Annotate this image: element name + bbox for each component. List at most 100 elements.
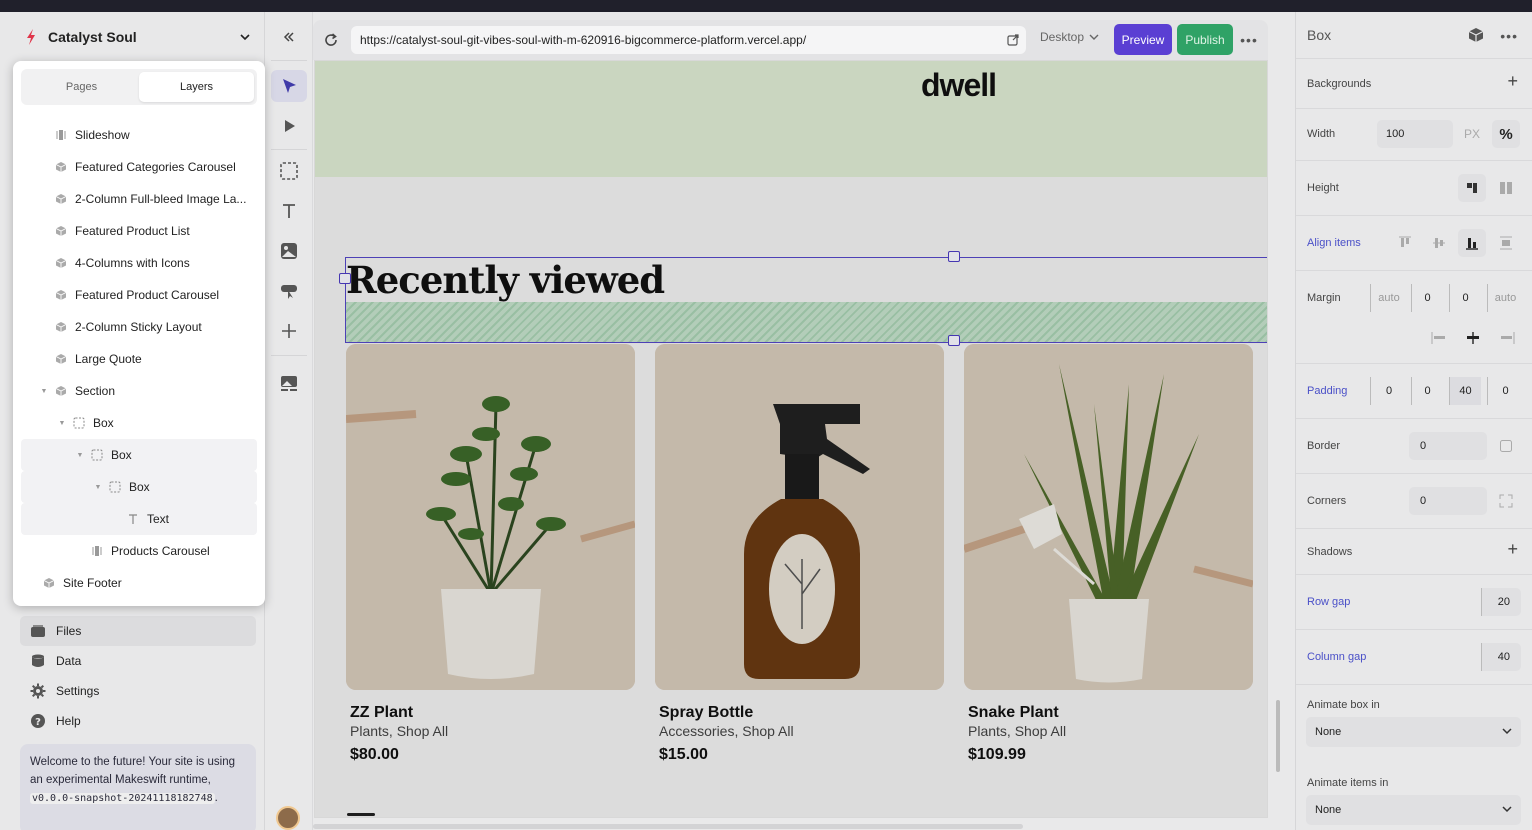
menu-item-settings[interactable]: Settings	[20, 676, 256, 706]
chevron-down-icon[interactable]	[238, 30, 252, 44]
cube-icon	[55, 321, 67, 333]
margin-right-input[interactable]: 0	[1411, 284, 1443, 312]
section-title[interactable]: Recently viewed	[346, 258, 665, 302]
tab-layers[interactable]: Layers	[139, 72, 254, 102]
device-select[interactable]: Desktop	[1040, 30, 1100, 44]
caret-down-icon[interactable]: ▼	[39, 386, 49, 396]
resize-handle-top[interactable]	[948, 251, 960, 262]
box-tool-button[interactable]	[271, 155, 307, 187]
page-canvas[interactable]: dwell Recently viewed ZZ Plant Plants, S…	[314, 60, 1268, 818]
padding-bottom-input[interactable]: 40	[1449, 377, 1481, 405]
animate-box-select[interactable]: None	[1306, 717, 1521, 747]
align-left-icon[interactable]	[1431, 331, 1447, 345]
border-input[interactable]: 0	[1409, 432, 1487, 460]
menu-item-help[interactable]: ? Help	[20, 706, 256, 736]
resize-handle-bottom[interactable]	[948, 335, 960, 346]
preview-button[interactable]: Preview	[1114, 24, 1172, 55]
unit-percent-toggle[interactable]: %	[1492, 120, 1520, 148]
layer-label: Slideshow	[75, 128, 130, 142]
caret-down-icon[interactable]: ▼	[57, 418, 67, 428]
product-name[interactable]: Snake Plant	[968, 704, 1253, 722]
text-tool-button[interactable]	[271, 195, 307, 227]
corners-input[interactable]: 0	[1409, 487, 1487, 515]
border-style-icon[interactable]	[1499, 439, 1513, 453]
unit-px-toggle[interactable]: PX	[1464, 127, 1480, 141]
component-cube-icon[interactable]	[1468, 27, 1484, 43]
align-middle-icon[interactable]	[1465, 331, 1481, 345]
play-tool-button[interactable]	[271, 110, 307, 142]
product-name[interactable]: Spray Bottle	[659, 704, 944, 722]
image-tool-button[interactable]	[271, 235, 307, 267]
more-options-icon[interactable]: •••	[1239, 30, 1259, 50]
caret-down-icon[interactable]: ▼	[93, 482, 103, 492]
add-background-icon[interactable]: +	[1507, 71, 1518, 92]
layer-item[interactable]: Text	[21, 503, 257, 535]
layer-item[interactable]: ▼ Box	[21, 471, 257, 503]
add-element-button[interactable]	[271, 315, 307, 347]
menu-item-data[interactable]: Data	[20, 646, 256, 676]
margin-left-input[interactable]: auto	[1487, 284, 1523, 312]
url-field[interactable]: https://catalyst-soul-git-vibes-soul-wit…	[351, 26, 1026, 54]
layer-item[interactable]: Featured Categories Carousel	[21, 151, 257, 183]
product-image-spray-bottle[interactable]	[655, 344, 944, 690]
product-card[interactable]: Spray Bottle Accessories, Shop All $15.0…	[655, 344, 944, 764]
collapse-panel-button[interactable]	[271, 21, 307, 53]
layer-item[interactable]: Slideshow	[21, 119, 257, 151]
align-right-icon[interactable]	[1499, 331, 1515, 345]
button-tool-button[interactable]	[271, 275, 307, 307]
layer-item[interactable]: Large Quote	[21, 343, 257, 375]
margin-bottom-input[interactable]: 0	[1449, 284, 1481, 312]
more-options-icon[interactable]: •••	[1500, 28, 1518, 44]
external-link-icon[interactable]	[1006, 33, 1020, 47]
padding-left-input[interactable]: 0	[1487, 377, 1523, 405]
tab-pages[interactable]: Pages	[24, 72, 139, 102]
product-image-zz-plant[interactable]	[346, 344, 635, 690]
align-stretch-icon[interactable]	[1499, 236, 1513, 250]
product-card[interactable]: ZZ Plant Plants, Shop All $80.00	[346, 344, 635, 764]
align-top-icon[interactable]	[1398, 236, 1412, 250]
carousel-progress[interactable]	[347, 813, 375, 816]
site-switcher[interactable]: Catalyst Soul	[14, 20, 258, 54]
layer-item[interactable]: 2-Column Full-bleed Image La...	[21, 183, 257, 215]
editor-app: Catalyst Soul Files Data Settings? Help Wel…	[0, 12, 1532, 830]
align-bottom-toggle[interactable]	[1458, 229, 1486, 257]
product-image-snake-plant[interactable]	[964, 344, 1253, 690]
height-stretch-icon[interactable]	[1499, 181, 1513, 195]
canvas-scrollbar[interactable]	[1276, 700, 1280, 772]
product-card[interactable]: Snake Plant Plants, Shop All $109.99	[964, 344, 1253, 764]
add-shadow-icon[interactable]: +	[1507, 539, 1518, 560]
padding-right-input[interactable]: 0	[1411, 377, 1443, 405]
selected-box[interactable]: Recently viewed	[345, 257, 1267, 343]
user-avatar[interactable]	[276, 806, 300, 830]
menu-item-files[interactable]: Files	[20, 616, 256, 646]
layer-item[interactable]: ▼ Box	[21, 439, 257, 471]
margin-top-input[interactable]: auto	[1371, 284, 1407, 312]
layer-item[interactable]: Featured Product List	[21, 215, 257, 247]
caret-down-icon[interactable]: ▼	[75, 450, 85, 460]
layer-item[interactable]: Site Footer	[21, 567, 257, 599]
corners-icon[interactable]	[1499, 494, 1513, 508]
layer-item[interactable]: 4-Columns with Icons	[21, 247, 257, 279]
layer-item[interactable]: Products Carousel	[21, 535, 257, 567]
publish-button[interactable]: Publish	[1177, 24, 1233, 55]
select-tool-button[interactable]	[271, 70, 307, 102]
layer-item[interactable]: 2-Column Sticky Layout	[21, 311, 257, 343]
reload-button[interactable]	[313, 22, 349, 58]
box-icon	[73, 417, 85, 429]
padding-top-input[interactable]: 0	[1371, 377, 1407, 405]
column-gap-input[interactable]: 40	[1481, 643, 1521, 671]
site-brand-logo[interactable]: dwell	[921, 67, 997, 104]
cube-icon	[55, 193, 67, 205]
row-gap-input[interactable]: 20	[1481, 588, 1521, 616]
layer-item[interactable]: ▼ Box	[21, 407, 257, 439]
layer-item[interactable]: Featured Product Carousel	[21, 279, 257, 311]
media-library-button[interactable]	[271, 367, 307, 399]
height-auto-toggle[interactable]	[1458, 174, 1486, 202]
align-center-icon[interactable]	[1432, 236, 1446, 250]
animate-items-select[interactable]: None	[1306, 795, 1521, 825]
width-input[interactable]: 100	[1377, 120, 1453, 148]
product-name[interactable]: ZZ Plant	[350, 704, 635, 722]
canvas-horizontal-scrollbar[interactable]	[313, 824, 1023, 829]
resize-handle-left[interactable]	[339, 273, 351, 284]
layer-item[interactable]: ▼ Section	[21, 375, 257, 407]
